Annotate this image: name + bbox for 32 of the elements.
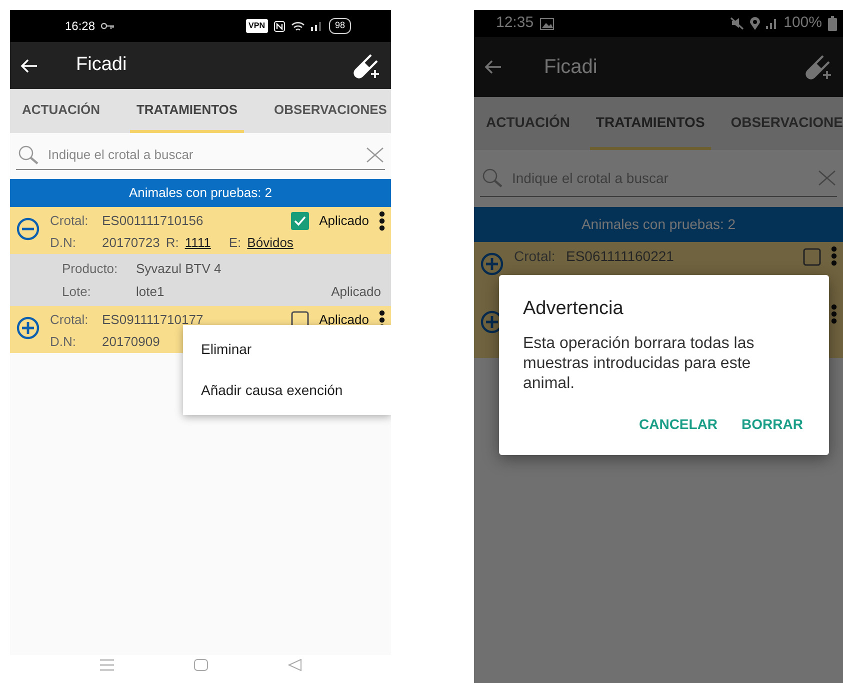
list-header: Animales con pruebas: 2 bbox=[474, 207, 843, 242]
field-label: R: bbox=[166, 234, 179, 252]
clock-time: 16:28 bbox=[65, 18, 96, 35]
lot-value: lote1 bbox=[136, 282, 164, 300]
checkbox-label: Aplicado bbox=[319, 311, 369, 329]
field-label: Crotal: bbox=[514, 247, 556, 266]
field-value: 1111 bbox=[184, 234, 212, 252]
birth-date: 20170909 bbox=[102, 332, 160, 350]
app-title: Ficadi bbox=[544, 55, 598, 80]
dialog-title: Advertencia bbox=[523, 297, 624, 321]
birth-date: 20170723 bbox=[102, 234, 160, 252]
status-text: Aplicado bbox=[331, 282, 381, 301]
battery-level: 98 bbox=[328, 18, 351, 34]
crotal-value: ES001111710156 bbox=[102, 212, 204, 230]
field-label: Crotal: bbox=[50, 212, 90, 230]
field-label: D.N: bbox=[50, 332, 77, 350]
field-value: Bóvidos bbox=[247, 234, 294, 252]
field-label: E: bbox=[228, 234, 242, 252]
crotal-value: ES061111160221 bbox=[566, 247, 674, 266]
dialog-message: Esta operación borrara todas las muestras introducidas para este animal. bbox=[523, 334, 756, 394]
field-label: D.N: bbox=[50, 234, 77, 252]
crotal-value: ES091111710177 bbox=[102, 311, 204, 329]
checkbox-label: Aplicado bbox=[319, 212, 369, 230]
product-name: Syvazul BTV 4 bbox=[136, 260, 222, 278]
battery-level: 100% bbox=[784, 13, 822, 34]
list-header: Animales con pruebas: 2 bbox=[10, 179, 391, 207]
field-label: Crotal: bbox=[50, 311, 90, 329]
field-label: Producto: bbox=[62, 260, 119, 278]
clock-time: 12:35 bbox=[496, 13, 534, 34]
vpn-indicator: VPN bbox=[246, 19, 268, 33]
app-title: Ficadi bbox=[76, 53, 128, 78]
field-label: Lote: bbox=[62, 282, 92, 300]
